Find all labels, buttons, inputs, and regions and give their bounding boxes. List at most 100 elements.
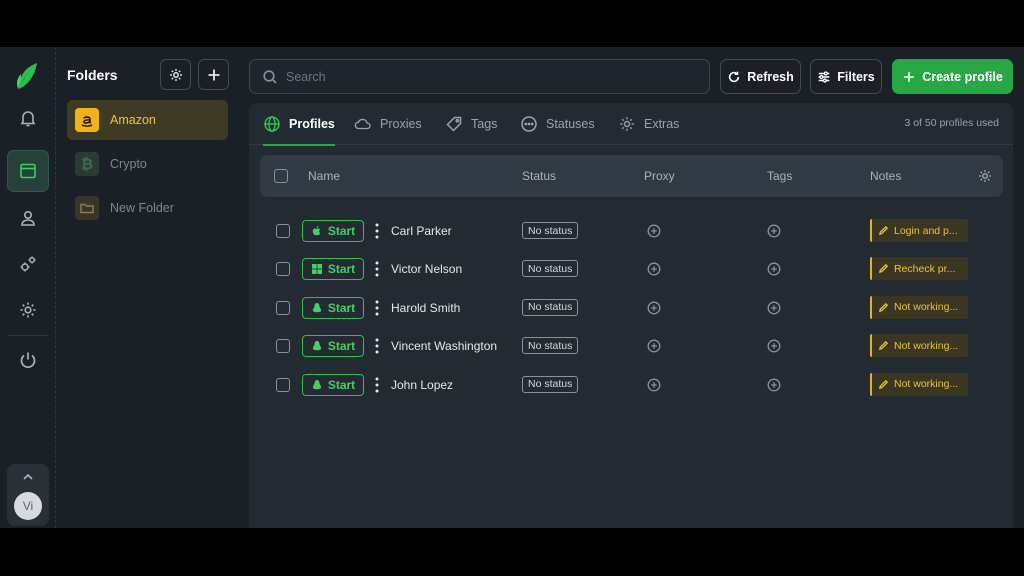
start-profile-button[interactable]: Start <box>302 335 364 358</box>
add-folder-button[interactable] <box>198 59 229 90</box>
create-profile-button[interactable]: Create profile <box>892 59 1013 94</box>
profile-name[interactable]: John Lopez <box>391 378 453 392</box>
add-tag-icon[interactable] <box>767 378 781 392</box>
folder-item-amazon[interactable]: Amazon <box>67 100 228 140</box>
tab-profiles[interactable]: Profiles <box>263 103 335 146</box>
add-proxy-icon[interactable] <box>647 301 661 315</box>
status-badge[interactable]: No status <box>522 222 579 239</box>
sliders-icon <box>818 70 830 83</box>
dots-circle-icon <box>521 116 537 132</box>
add-tag-icon[interactable] <box>767 339 781 353</box>
start-profile-button[interactable]: Start <box>302 296 364 319</box>
profile-name[interactable]: Vincent Washington <box>391 339 497 353</box>
bell-icon <box>20 111 36 127</box>
column-header-tags[interactable]: Tags <box>767 169 792 183</box>
profiles-nav-button[interactable] <box>7 150 49 192</box>
table-row[interactable]: Start Harold Smith No status Not working... <box>260 289 1003 327</box>
pencil-icon <box>878 225 889 236</box>
tab-label: Statuses <box>546 117 595 131</box>
linux-icon <box>311 379 323 391</box>
start-label: Start <box>327 300 356 315</box>
select-all-checkbox[interactable] <box>274 169 288 183</box>
column-header-status[interactable]: Status <box>522 169 556 183</box>
table-row[interactable]: Start Carl Parker No status Login and p... <box>260 212 1003 250</box>
automation-button[interactable] <box>7 243 49 285</box>
note-badge[interactable]: Not working... <box>870 334 968 358</box>
search-bar[interactable] <box>249 59 710 94</box>
profiles-panel: Profiles Proxies Tags Statuses Extras 3 … <box>249 103 1013 528</box>
start-label: Start <box>327 377 356 392</box>
table-row[interactable]: Start Victor Nelson No status Recheck pr... <box>260 250 1003 288</box>
tab-statuses[interactable]: Statuses <box>520 103 595 145</box>
column-settings-icon[interactable] <box>977 168 993 184</box>
search-input[interactable] <box>286 69 686 84</box>
column-header-proxy[interactable]: Proxy <box>644 169 675 183</box>
add-proxy-icon[interactable] <box>647 339 661 353</box>
start-profile-button[interactable]: Start <box>302 258 364 281</box>
pencil-icon <box>878 379 889 390</box>
row-menu-icon[interactable] <box>374 299 380 317</box>
row-checkbox[interactable] <box>276 300 290 315</box>
logout-button[interactable] <box>7 339 49 381</box>
add-tag-icon[interactable] <box>767 262 781 276</box>
row-checkbox[interactable] <box>276 339 290 354</box>
add-proxy-icon[interactable] <box>647 378 661 392</box>
gear-icon <box>169 68 182 81</box>
status-badge[interactable]: No status <box>522 375 579 393</box>
start-label: Start <box>327 262 356 277</box>
note-badge[interactable]: Not working... <box>870 372 968 396</box>
row-checkbox[interactable] <box>276 224 290 238</box>
cloud-icon <box>354 118 371 130</box>
row-checkbox[interactable] <box>276 377 290 392</box>
row-menu-icon[interactable] <box>374 260 380 278</box>
table-row[interactable]: Start John Lopez No status Not working... <box>260 366 1003 404</box>
user-menu[interactable]: Vi <box>7 464 49 526</box>
account-button[interactable] <box>7 197 49 239</box>
user-icon <box>21 210 35 226</box>
status-badge[interactable]: No status <box>522 337 579 355</box>
note-text: Recheck pr... <box>894 262 956 275</box>
tab-tags[interactable]: Tags <box>445 103 497 145</box>
nav-rail: Vi <box>0 47 56 528</box>
filters-button[interactable]: Filters <box>810 59 882 94</box>
start-profile-button[interactable]: Start <box>302 373 364 396</box>
tab-proxies[interactable]: Proxies <box>354 103 422 145</box>
add-tag-icon[interactable] <box>767 224 781 238</box>
row-menu-icon[interactable] <box>374 337 380 355</box>
profile-name[interactable]: Carl Parker <box>391 224 452 238</box>
tab-extras[interactable]: Extras <box>618 103 679 145</box>
folder-item-crypto[interactable]: ₿ Crypto <box>67 144 228 184</box>
column-header-name[interactable]: Name <box>308 169 340 183</box>
status-badge[interactable]: No status <box>522 298 579 316</box>
note-badge[interactable]: Not working... <box>870 295 968 319</box>
create-profile-label: Create profile <box>922 69 1003 84</box>
bitcoin-icon: ₿ <box>75 152 99 176</box>
windows-icon <box>311 263 323 275</box>
folder-settings-button[interactable] <box>160 59 191 90</box>
notifications-button[interactable] <box>7 97 49 139</box>
note-badge[interactable]: Login and p... <box>870 219 968 242</box>
avatar[interactable]: Vi <box>14 492 42 520</box>
add-proxy-icon[interactable] <box>647 262 661 276</box>
power-icon <box>20 352 36 368</box>
profile-name[interactable]: Victor Nelson <box>391 262 462 276</box>
start-label: Start <box>327 224 356 238</box>
status-badge[interactable]: No status <box>522 260 579 278</box>
settings-button[interactable] <box>7 289 49 331</box>
row-menu-icon[interactable] <box>374 222 380 240</box>
table-row[interactable]: Start Vincent Washington No status Not work… <box>260 327 1003 365</box>
folder-item-new-folder[interactable]: New Folder <box>67 188 228 228</box>
note-badge[interactable]: Recheck pr... <box>870 257 968 281</box>
row-menu-icon[interactable] <box>374 376 380 394</box>
refresh-button[interactable]: Refresh <box>720 59 801 94</box>
linux-icon <box>311 340 323 352</box>
add-tag-icon[interactable] <box>767 301 781 315</box>
add-proxy-icon[interactable] <box>647 224 661 238</box>
start-profile-button[interactable]: Start <box>302 220 364 242</box>
chevron-up-icon[interactable] <box>22 473 34 481</box>
filters-label: Filters <box>837 69 875 84</box>
tag-icon <box>446 116 462 132</box>
profile-name[interactable]: Harold Smith <box>391 301 460 315</box>
column-header-notes[interactable]: Notes <box>870 169 901 183</box>
row-checkbox[interactable] <box>276 262 290 277</box>
